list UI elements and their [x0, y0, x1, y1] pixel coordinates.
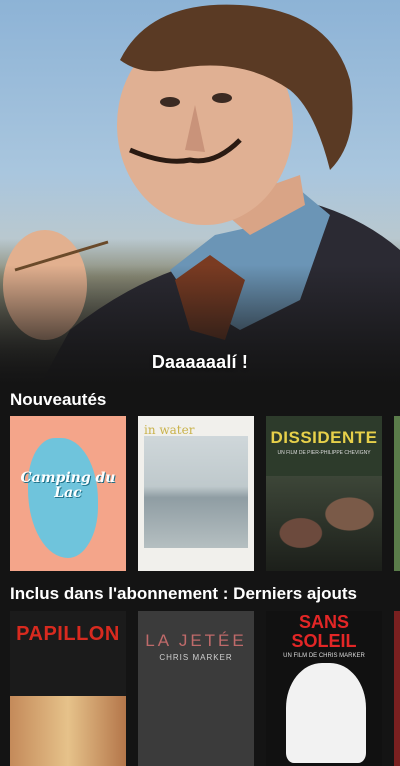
poster-row-derniers-ajouts[interactable]: PAPILLON LA JETÉE CHRIS MARKER SANS SOLE… — [10, 611, 400, 766]
poster-credits: UN FILM DE PIER-PHILIPPE CHEVIGNY — [277, 450, 371, 456]
poster-image — [266, 476, 382, 571]
cat-image — [286, 663, 366, 763]
sea-image — [144, 436, 248, 548]
featured-hero[interactable]: Daaaaaalí ! — [0, 0, 400, 385]
poster-title: LA JETÉE — [145, 631, 247, 650]
hero-title: Daaaaaalí ! — [151, 352, 249, 372]
section-title-nouveautes: Nouveautés — [10, 390, 107, 409]
poster-title: PAPILLON — [16, 623, 120, 645]
poster-image — [10, 696, 126, 766]
poster-sans-soleil[interactable]: SANS SOLEIL UN FILM DE CHRIS MARKER — [266, 611, 382, 766]
poster-in-water[interactable]: in water — [138, 416, 254, 571]
poster-papillon[interactable]: PAPILLON — [10, 611, 126, 766]
poster-credits: CHRIS MARKER — [159, 653, 233, 662]
poster-camping-du-lac[interactable]: Camping du Lac — [10, 416, 126, 571]
poster-credits: UN FILM DE CHRIS MARKER — [283, 653, 365, 659]
poster-partial[interactable] — [394, 611, 400, 766]
section-title-derniers-ajouts: Inclus dans l'abonnement : Derniers ajou… — [10, 584, 357, 603]
poster-title: DISSIDENTE — [270, 428, 378, 447]
poster-partial[interactable] — [394, 416, 400, 571]
poster-la-jetee[interactable]: LA JETÉE CHRIS MARKER — [138, 611, 254, 766]
poster-title: in water — [144, 423, 195, 437]
poster-title: SANS SOLEIL — [291, 612, 357, 651]
poster-title: Camping du Lac — [20, 470, 116, 501]
poster-dissidente[interactable]: DISSIDENTE UN FILM DE PIER-PHILIPPE CHEV… — [266, 416, 382, 571]
poster-row-nouveautes[interactable]: Camping du Lac in water DISSIDENTE UN FI… — [10, 416, 400, 571]
